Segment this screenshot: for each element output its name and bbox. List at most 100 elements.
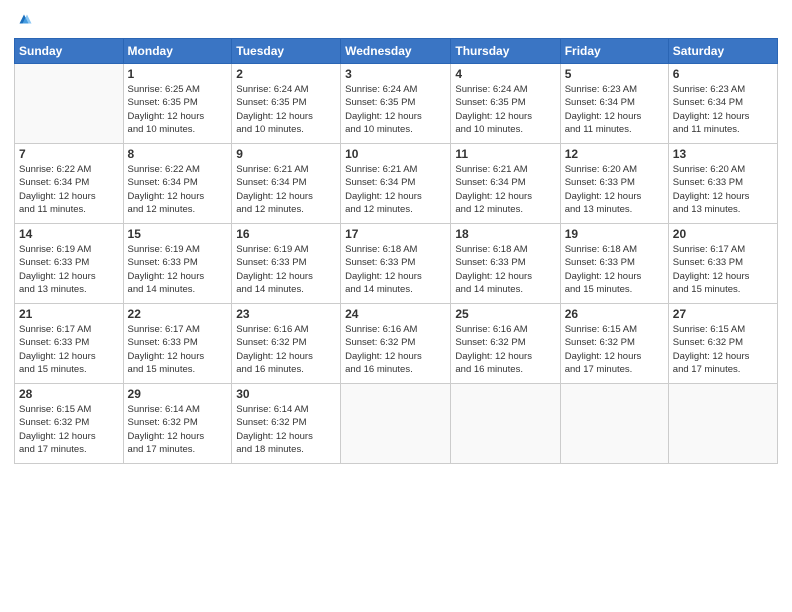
- day-number: 30: [236, 387, 336, 401]
- day-number: 5: [565, 67, 664, 81]
- day-number: 28: [19, 387, 119, 401]
- calendar-cell: 14 Sunrise: 6:19 AM Sunset: 6:33 PM Dayli…: [15, 224, 124, 304]
- calendar-cell: 15 Sunrise: 6:19 AM Sunset: 6:33 PM Dayli…: [123, 224, 232, 304]
- calendar-cell: [451, 384, 560, 464]
- day-number: 16: [236, 227, 336, 241]
- calendar-header-sunday: Sunday: [15, 39, 124, 64]
- day-number: 18: [455, 227, 555, 241]
- day-number: 2: [236, 67, 336, 81]
- calendar-cell: 13 Sunrise: 6:20 AM Sunset: 6:33 PM Dayli…: [668, 144, 777, 224]
- day-info: Sunrise: 6:17 AM Sunset: 6:33 PM Dayligh…: [673, 243, 773, 296]
- calendar-cell: 30 Sunrise: 6:14 AM Sunset: 6:32 PM Dayli…: [232, 384, 341, 464]
- calendar-cell: 16 Sunrise: 6:19 AM Sunset: 6:33 PM Dayli…: [232, 224, 341, 304]
- day-info: Sunrise: 6:15 AM Sunset: 6:32 PM Dayligh…: [565, 323, 664, 376]
- day-info: Sunrise: 6:23 AM Sunset: 6:34 PM Dayligh…: [565, 83, 664, 136]
- day-number: 10: [345, 147, 446, 161]
- calendar-table: SundayMondayTuesdayWednesdayThursdayFrid…: [14, 38, 778, 464]
- day-info: Sunrise: 6:21 AM Sunset: 6:34 PM Dayligh…: [455, 163, 555, 216]
- day-number: 1: [128, 67, 228, 81]
- calendar-cell: 2 Sunrise: 6:24 AM Sunset: 6:35 PM Daylig…: [232, 64, 341, 144]
- header: [14, 10, 778, 30]
- calendar-week-3: 14 Sunrise: 6:19 AM Sunset: 6:33 PM Dayli…: [15, 224, 778, 304]
- calendar-cell: 1 Sunrise: 6:25 AM Sunset: 6:35 PM Daylig…: [123, 64, 232, 144]
- logo-icon: [15, 10, 33, 28]
- calendar-header-tuesday: Tuesday: [232, 39, 341, 64]
- calendar-cell: 20 Sunrise: 6:17 AM Sunset: 6:33 PM Dayli…: [668, 224, 777, 304]
- calendar-cell: [560, 384, 668, 464]
- day-info: Sunrise: 6:20 AM Sunset: 6:33 PM Dayligh…: [673, 163, 773, 216]
- day-info: Sunrise: 6:19 AM Sunset: 6:33 PM Dayligh…: [19, 243, 119, 296]
- calendar-cell: 3 Sunrise: 6:24 AM Sunset: 6:35 PM Daylig…: [341, 64, 451, 144]
- day-info: Sunrise: 6:19 AM Sunset: 6:33 PM Dayligh…: [236, 243, 336, 296]
- calendar-cell: 7Sunrise: 6:22 AM Sunset: 6:34 PM Daylig…: [15, 144, 124, 224]
- day-number: 26: [565, 307, 664, 321]
- calendar-header-thursday: Thursday: [451, 39, 560, 64]
- calendar-cell: 29 Sunrise: 6:14 AM Sunset: 6:32 PM Dayli…: [123, 384, 232, 464]
- day-number: 6: [673, 67, 773, 81]
- calendar-cell: 24 Sunrise: 6:16 AM Sunset: 6:32 PM Dayli…: [341, 304, 451, 384]
- day-info: Sunrise: 6:18 AM Sunset: 6:33 PM Dayligh…: [565, 243, 664, 296]
- day-number: 9: [236, 147, 336, 161]
- day-info: Sunrise: 6:17 AM Sunset: 6:33 PM Dayligh…: [19, 323, 119, 376]
- day-info: Sunrise: 6:19 AM Sunset: 6:33 PM Dayligh…: [128, 243, 228, 296]
- logo: [14, 10, 33, 30]
- day-number: 13: [673, 147, 773, 161]
- calendar-header-row: SundayMondayTuesdayWednesdayThursdayFrid…: [15, 39, 778, 64]
- calendar-header-wednesday: Wednesday: [341, 39, 451, 64]
- day-info: Sunrise: 6:24 AM Sunset: 6:35 PM Dayligh…: [455, 83, 555, 136]
- day-number: 27: [673, 307, 773, 321]
- calendar-week-4: 21 Sunrise: 6:17 AM Sunset: 6:33 PM Dayli…: [15, 304, 778, 384]
- day-number: 11: [455, 147, 555, 161]
- day-info: Sunrise: 6:16 AM Sunset: 6:32 PM Dayligh…: [455, 323, 555, 376]
- calendar-cell: [15, 64, 124, 144]
- calendar-cell: 6 Sunrise: 6:23 AM Sunset: 6:34 PM Daylig…: [668, 64, 777, 144]
- calendar-week-1: 1 Sunrise: 6:25 AM Sunset: 6:35 PM Daylig…: [15, 64, 778, 144]
- day-number: 7: [19, 147, 119, 161]
- calendar-cell: 28 Sunrise: 6:15 AM Sunset: 6:32 PM Dayli…: [15, 384, 124, 464]
- day-info: Sunrise: 6:25 AM Sunset: 6:35 PM Dayligh…: [128, 83, 228, 136]
- calendar-cell: 8 Sunrise: 6:22 AM Sunset: 6:34 PM Daylig…: [123, 144, 232, 224]
- day-number: 29: [128, 387, 228, 401]
- day-number: 25: [455, 307, 555, 321]
- day-info: Sunrise: 6:14 AM Sunset: 6:32 PM Dayligh…: [236, 403, 336, 456]
- day-number: 24: [345, 307, 446, 321]
- calendar-cell: 5 Sunrise: 6:23 AM Sunset: 6:34 PM Daylig…: [560, 64, 668, 144]
- day-info: Sunrise: 6:21 AM Sunset: 6:34 PM Dayligh…: [236, 163, 336, 216]
- day-number: 15: [128, 227, 228, 241]
- calendar-header-friday: Friday: [560, 39, 668, 64]
- day-info: Sunrise: 6:24 AM Sunset: 6:35 PM Dayligh…: [236, 83, 336, 136]
- day-number: 17: [345, 227, 446, 241]
- calendar-week-2: 7 Sunrise: 6:22 AM Sunset: 6:34 PM Daylig…: [15, 144, 778, 224]
- day-info: Sunrise: 6:18 AM Sunset: 6:33 PM Dayligh…: [345, 243, 446, 296]
- day-number: 21: [19, 307, 119, 321]
- calendar-cell: [341, 384, 451, 464]
- day-number: 4: [455, 67, 555, 81]
- day-info: Sunrise: 6:14 AM Sunset: 6:32 PM Dayligh…: [128, 403, 228, 456]
- day-number: 3: [345, 67, 446, 81]
- calendar-cell: 4 Sunrise: 6:24 AM Sunset: 6:35 PM Daylig…: [451, 64, 560, 144]
- calendar-cell: 12Sunrise: 6:20 AM Sunset: 6:33 PM Dayli…: [560, 144, 668, 224]
- calendar-cell: 25 Sunrise: 6:16 AM Sunset: 6:32 PM Dayli…: [451, 304, 560, 384]
- day-number: 8: [128, 147, 228, 161]
- calendar-cell: 19Sunrise: 6:18 AM Sunset: 6:33 PM Dayli…: [560, 224, 668, 304]
- day-info: Sunrise: 6:16 AM Sunset: 6:32 PM Dayligh…: [236, 323, 336, 376]
- calendar-cell: [668, 384, 777, 464]
- day-info: Sunrise: 6:20 AM Sunset: 6:33 PM Dayligh…: [565, 163, 664, 216]
- page: SundayMondayTuesdayWednesdayThursdayFrid…: [0, 0, 792, 612]
- day-number: 22: [128, 307, 228, 321]
- day-info: Sunrise: 6:15 AM Sunset: 6:32 PM Dayligh…: [19, 403, 119, 456]
- day-number: 14: [19, 227, 119, 241]
- day-info: Sunrise: 6:23 AM Sunset: 6:34 PM Dayligh…: [673, 83, 773, 136]
- calendar-cell: 10 Sunrise: 6:21 AM Sunset: 6:34 PM Dayli…: [341, 144, 451, 224]
- calendar-cell: 27Sunrise: 6:15 AM Sunset: 6:32 PM Dayli…: [668, 304, 777, 384]
- calendar-cell: 9 Sunrise: 6:21 AM Sunset: 6:34 PM Daylig…: [232, 144, 341, 224]
- calendar-week-5: 28 Sunrise: 6:15 AM Sunset: 6:32 PM Dayli…: [15, 384, 778, 464]
- calendar-cell: 18Sunrise: 6:18 AM Sunset: 6:33 PM Dayli…: [451, 224, 560, 304]
- day-number: 20: [673, 227, 773, 241]
- day-info: Sunrise: 6:24 AM Sunset: 6:35 PM Dayligh…: [345, 83, 446, 136]
- day-info: Sunrise: 6:17 AM Sunset: 6:33 PM Dayligh…: [128, 323, 228, 376]
- day-info: Sunrise: 6:21 AM Sunset: 6:34 PM Dayligh…: [345, 163, 446, 216]
- day-info: Sunrise: 6:16 AM Sunset: 6:32 PM Dayligh…: [345, 323, 446, 376]
- day-info: Sunrise: 6:22 AM Sunset: 6:34 PM Dayligh…: [128, 163, 228, 216]
- calendar-cell: 17 Sunrise: 6:18 AM Sunset: 6:33 PM Dayli…: [341, 224, 451, 304]
